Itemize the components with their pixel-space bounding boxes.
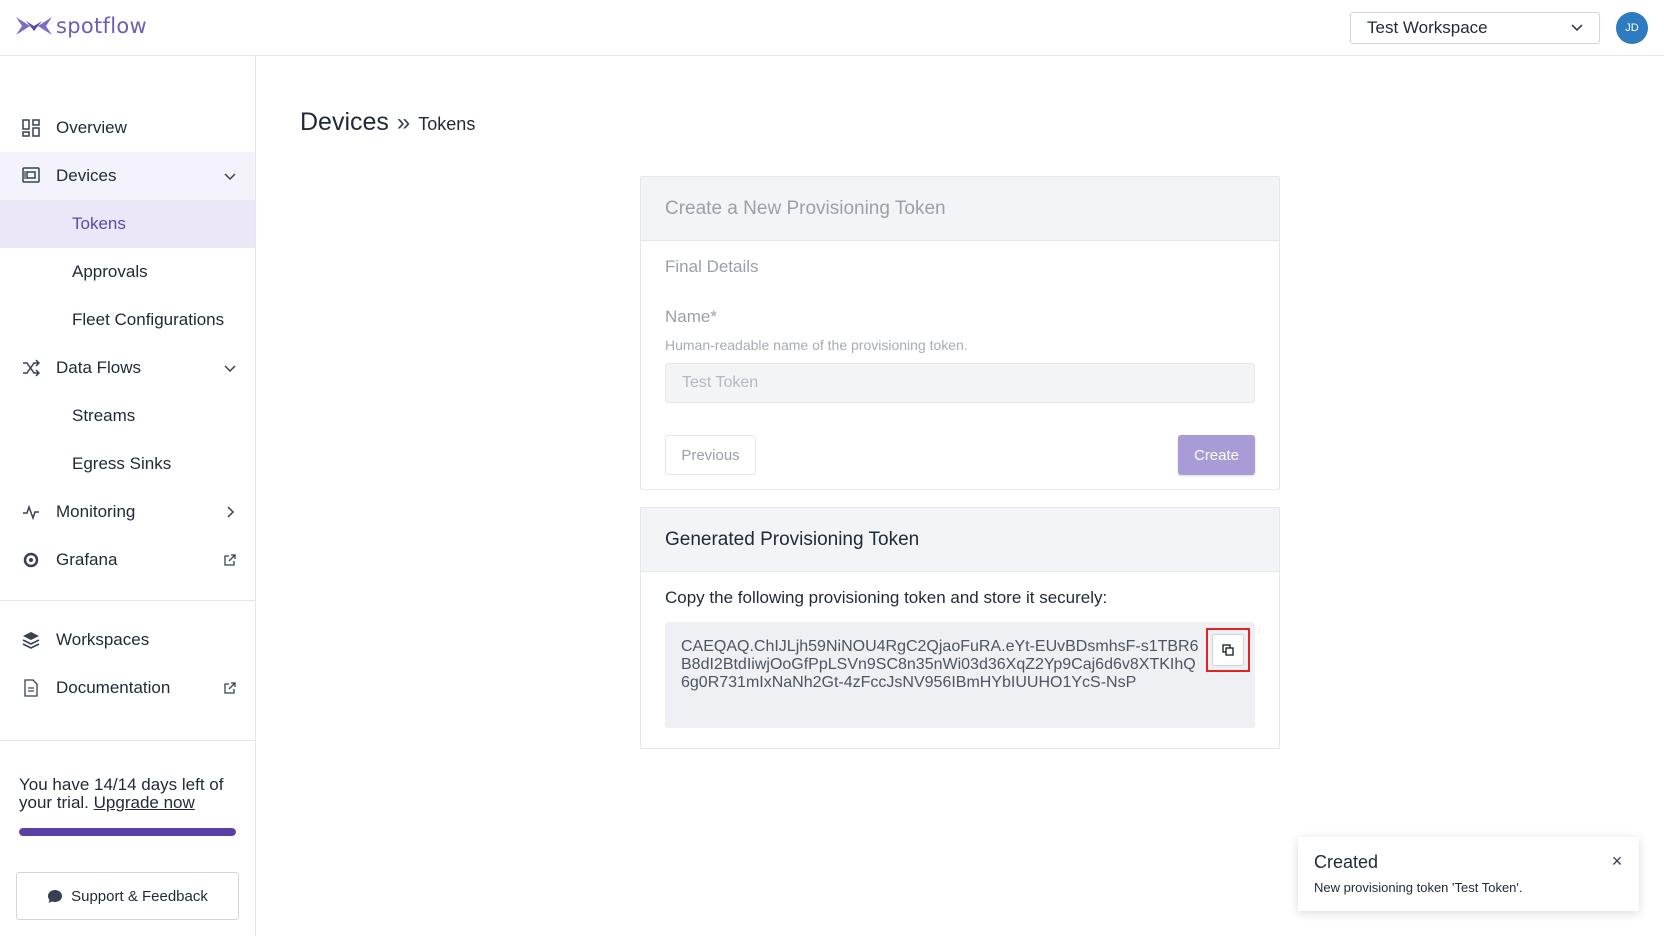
sidebar-item-streams[interactable]: Streams xyxy=(0,392,255,440)
support-label: Support & Feedback xyxy=(71,887,208,905)
activity-icon xyxy=(23,504,39,521)
chevron-down-icon xyxy=(1571,24,1583,32)
sidebar-divider xyxy=(0,600,255,601)
spotflow-logo[interactable]: spotflow xyxy=(16,14,147,38)
layers-icon xyxy=(22,632,40,649)
sidebar-item-label: Streams xyxy=(72,406,136,425)
previous-button[interactable]: Previous xyxy=(665,435,756,475)
sidebar-item-label: Egress Sinks xyxy=(72,454,172,473)
name-help-text: Human-readable name of the provisioning … xyxy=(665,337,968,353)
trial-progress-bar xyxy=(19,828,236,836)
external-link-icon xyxy=(224,554,236,566)
trial-progress-fill xyxy=(19,828,236,836)
sidebar-item-approvals[interactable]: Approvals xyxy=(0,248,255,296)
sidebar-item-monitoring[interactable]: Monitoring xyxy=(0,488,255,536)
toast-title: Created xyxy=(1314,852,1379,872)
copy-token-button[interactable] xyxy=(1206,628,1250,672)
sidebar-item-workspaces[interactable]: Workspaces xyxy=(0,616,255,664)
token-value[interactable]: CAEQAQ.ChIJLjh59NiNOU4RgC2QjaoFuRA.eYt-E… xyxy=(681,638,1201,692)
chevron-down-icon xyxy=(224,173,236,181)
grafana-icon xyxy=(23,552,39,568)
sidebar-item-label: Grafana xyxy=(56,550,118,569)
generated-token-card: Generated Provisioning Token Copy the fo… xyxy=(640,507,1280,749)
name-field[interactable]: Test Token xyxy=(665,363,1255,403)
logo-text: spotflow xyxy=(56,14,148,38)
sidebar-item-label: Documentation xyxy=(56,678,171,697)
chat-bubble-icon xyxy=(48,889,63,903)
copy-icon xyxy=(1222,644,1234,656)
create-token-title: Create a New Provisioning Token xyxy=(641,177,1279,241)
sidebar-item-devices[interactable]: Devices xyxy=(0,152,255,200)
chevron-down-icon xyxy=(224,365,236,373)
sidebar-item-label: Data Flows xyxy=(56,358,142,377)
sidebar-item-tokens[interactable]: Tokens xyxy=(0,200,255,248)
generated-token-title: Generated Provisioning Token xyxy=(641,508,1279,572)
sidebar-item-egress-sinks[interactable]: Egress Sinks xyxy=(0,440,255,488)
trial-notice: You have 14/14 days left of your trial. … xyxy=(19,776,249,812)
sidebar-item-label: Fleet Configurations xyxy=(72,310,225,329)
sidebar-item-documentation[interactable]: Documentation xyxy=(0,664,255,712)
workspace-select[interactable]: Test Workspace xyxy=(1350,12,1600,44)
document-icon xyxy=(24,679,38,697)
avatar[interactable]: JD xyxy=(1616,12,1648,44)
sidebar-item-fleet-configurations[interactable]: Fleet Configurations xyxy=(0,296,255,344)
chevron-right-icon xyxy=(227,506,235,518)
top-bar: spotflow Test Workspace JD xyxy=(0,0,1664,56)
sidebar-item-grafana[interactable]: Grafana xyxy=(0,536,255,584)
external-link-icon xyxy=(224,682,236,694)
copy-button-inner[interactable] xyxy=(1212,634,1244,666)
sidebar-item-label: Approvals xyxy=(72,262,148,281)
breadcrumb-separator: » xyxy=(396,109,411,136)
breadcrumb: Devices » Tokens xyxy=(300,108,475,137)
sidebar-divider xyxy=(0,740,255,741)
upgrade-link[interactable]: Upgrade now xyxy=(94,793,195,812)
shuffle-icon xyxy=(23,359,40,377)
workspace-select-value: Test Workspace xyxy=(1367,18,1488,37)
copy-instruction: Copy the following provisioning token an… xyxy=(665,588,1108,607)
sidebar-item-label: Monitoring xyxy=(56,502,136,521)
token-box: CAEQAQ.ChIJLjh59NiNOU4RgC2QjaoFuRA.eYt-E… xyxy=(665,622,1255,728)
name-label: Name* xyxy=(665,307,717,326)
logo-mark-icon xyxy=(16,17,52,35)
support-feedback-button[interactable]: Support & Feedback xyxy=(16,872,239,920)
sidebar-item-overview[interactable]: Overview xyxy=(0,104,255,152)
sidebar-item-label: Workspaces xyxy=(56,630,150,649)
step-title: Final Details xyxy=(665,257,759,276)
sidebar-item-label: Devices xyxy=(56,166,117,185)
create-token-card: Create a New Provisioning Token Final De… xyxy=(640,176,1280,490)
sidebar-item-label: Tokens xyxy=(72,214,126,233)
sidebar: Overview Devices Tokens Approvals Fleet … xyxy=(0,56,256,936)
toast-notification: Created New provisioning token 'Test Tok… xyxy=(1298,837,1639,911)
create-button[interactable]: Create xyxy=(1178,435,1255,475)
breadcrumb-tokens: Tokens xyxy=(418,114,476,134)
sidebar-item-label: Overview xyxy=(56,118,127,137)
sidebar-item-data-flows[interactable]: Data Flows xyxy=(0,344,255,392)
close-icon[interactable]: × xyxy=(1609,852,1625,870)
overview-icon xyxy=(22,119,40,137)
breadcrumb-devices[interactable]: Devices xyxy=(300,108,389,137)
toast-message: New provisioning token 'Test Token'. xyxy=(1314,880,1523,895)
devices-icon xyxy=(22,167,40,183)
